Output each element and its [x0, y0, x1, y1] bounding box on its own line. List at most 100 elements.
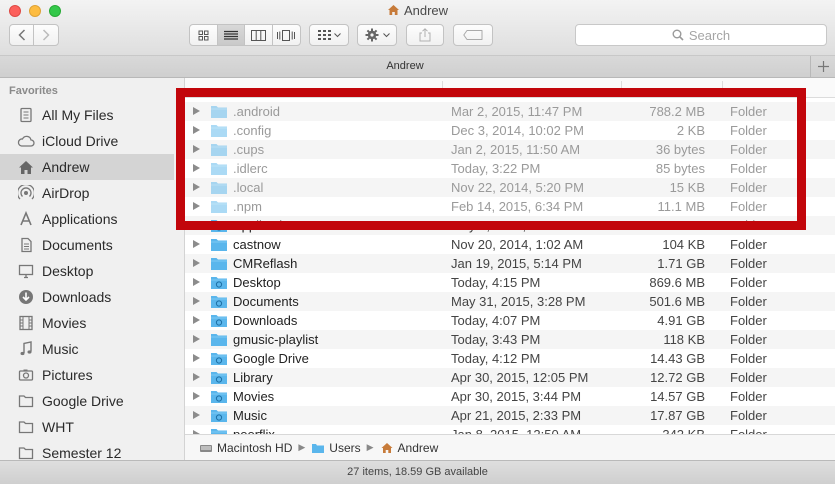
sidebar-item-icloud-drive[interactable]: iCloud Drive [0, 128, 174, 154]
file-row[interactable]: Desktop Today, 4:15 PM 869.6 MB Folder [185, 273, 835, 292]
home-icon [17, 158, 35, 176]
share-button[interactable] [406, 24, 444, 46]
disclosure-triangle-icon[interactable] [193, 392, 200, 400]
disclosure-triangle-icon[interactable] [193, 411, 200, 419]
new-tab-button[interactable] [810, 56, 835, 78]
sidebar-item-label: Google Drive [42, 393, 124, 409]
disclosure-triangle-icon[interactable] [193, 278, 200, 286]
pictures-icon [17, 366, 35, 384]
search-placeholder: Search [688, 27, 731, 43]
disclosure-triangle-icon[interactable] [193, 373, 200, 381]
folder-icon [210, 275, 228, 290]
sidebar-item-wht[interactable]: WHT [0, 414, 174, 440]
folder-icon [210, 294, 228, 309]
file-date-modified: Apr 21, 2015, 2:33 PM [451, 408, 582, 423]
file-name: Movies [233, 389, 275, 404]
file-row[interactable]: Library Apr 30, 2015, 12:05 PM 12.72 GB Fol… [185, 368, 835, 387]
sidebar-item-google-drive[interactable]: Google Drive [0, 388, 174, 414]
arrange-button[interactable] [309, 24, 349, 46]
file-name: Music [233, 408, 267, 423]
file-size: 1.71 GB [657, 256, 705, 271]
downloads-icon [17, 288, 35, 306]
file-row[interactable]: Music Apr 21, 2015, 2:33 PM 17.87 GB Folder [185, 406, 835, 425]
file-row[interactable]: Movies Apr 30, 2015, 3:44 PM 14.57 GB Folde… [185, 387, 835, 406]
chevron-down-icon [333, 32, 341, 37]
folder-icon [210, 427, 228, 434]
column-view-button[interactable] [245, 25, 273, 45]
file-name: gmusic-playlist [233, 332, 319, 347]
file-row[interactable]: Downloads Today, 4:07 PM 4.91 GB Folder [185, 311, 835, 330]
search-field[interactable]: Search [575, 24, 827, 46]
file-kind: Folder [730, 294, 767, 309]
sidebar-item-semester-12[interactable]: Semester 12 [0, 440, 174, 460]
sidebar-item-downloads[interactable]: Downloads [0, 284, 174, 310]
folder-icon [210, 313, 228, 328]
file-kind: Folder [730, 256, 767, 271]
file-size: 869.6 MB [649, 275, 705, 290]
icon-view-button[interactable] [190, 25, 218, 45]
sidebar-item-andrew[interactable]: Andrew [0, 154, 174, 180]
folder-icon [210, 408, 228, 423]
sidebar-item-desktop[interactable]: Desktop [0, 258, 174, 284]
sidebar-item-label: Semester 12 [42, 445, 122, 460]
file-name: Documents [233, 294, 299, 309]
file-row[interactable]: CMReflash Jan 19, 2015, 5:14 PM 1.71 GB Fol… [185, 254, 835, 273]
sidebar-item-airdrop[interactable]: AirDrop [0, 180, 174, 206]
disclosure-triangle-icon[interactable] [193, 240, 200, 248]
chevron-left-icon [17, 29, 25, 41]
sidebar-item-pictures[interactable]: Pictures [0, 362, 174, 388]
folder-icon [210, 256, 228, 271]
sidebar: Favorites All My Files iCloud Drive Andrew… [0, 78, 185, 460]
tab-andrew[interactable]: Andrew [0, 60, 810, 72]
disclosure-triangle-icon[interactable] [193, 354, 200, 362]
file-kind: Folder [730, 427, 767, 434]
file-size: 118 KB [663, 332, 705, 347]
disclosure-triangle-icon[interactable] [193, 259, 200, 267]
gear-icon [365, 28, 378, 42]
sidebar-item-documents[interactable]: Documents [0, 232, 174, 258]
sidebar-item-music[interactable]: Music [0, 336, 174, 362]
disclosure-triangle-icon[interactable] [193, 335, 200, 343]
list-view-icon [223, 30, 238, 40]
file-row[interactable]: gmusic-playlist Today, 3:43 PM 118 KB Folde… [185, 330, 835, 349]
file-row[interactable]: Documents May 31, 2015, 3:28 PM 501.6 MB Fo… [185, 292, 835, 311]
forward-button[interactable] [34, 25, 58, 45]
file-kind: Folder [730, 237, 767, 252]
sidebar-item-label: iCloud Drive [42, 133, 119, 149]
coverflow-view-button[interactable] [273, 25, 300, 45]
list-view-button[interactable] [217, 25, 245, 45]
airdrop-icon [17, 184, 35, 202]
path-item-macintosh-hd[interactable]: Macintosh HD [217, 441, 292, 455]
file-row[interactable]: Google Drive Today, 4:12 PM 14.43 GB Folder [185, 349, 835, 368]
file-size: 4.91 GB [657, 313, 705, 328]
file-row[interactable]: castnow Nov 20, 2014, 1:02 AM 104 KB Folder [185, 235, 835, 254]
file-row[interactable]: peerflix Jan 8, 2015, 12:50 AM 342 KB Folde… [185, 425, 835, 434]
file-name: Desktop [233, 275, 281, 290]
file-size: 14.43 GB [650, 351, 705, 366]
disclosure-triangle-icon[interactable] [193, 316, 200, 324]
file-name: Google Drive [233, 351, 309, 366]
back-button[interactable] [10, 25, 35, 45]
sidebar-item-label: Desktop [42, 263, 94, 279]
file-name: Library [233, 370, 273, 385]
file-name: castnow [233, 237, 281, 252]
chevron-right-icon [42, 29, 50, 41]
sidebar-item-all-my-files[interactable]: All My Files [0, 102, 174, 128]
sidebar-item-label: AirDrop [42, 185, 90, 201]
path-item-andrew[interactable]: Andrew [398, 441, 439, 455]
sidebar-item-label: Andrew [42, 159, 90, 175]
tags-button[interactable] [453, 24, 493, 46]
path-item-users[interactable]: Users [329, 441, 360, 455]
sidebar-item-movies[interactable]: Movies [0, 310, 174, 336]
sidebar-item-applications[interactable]: Applications [0, 206, 174, 232]
home-icon [381, 442, 393, 453]
action-button[interactable] [357, 24, 397, 46]
folder-icon [17, 392, 35, 410]
folder-icon [17, 444, 35, 460]
file-date-modified: Jan 19, 2015, 5:14 PM [451, 256, 582, 271]
file-size: 14.57 GB [650, 389, 705, 404]
file-date-modified: May 31, 2015, 3:28 PM [451, 294, 586, 309]
sidebar-item-label: Movies [42, 315, 87, 331]
disclosure-triangle-icon[interactable] [193, 297, 200, 305]
path-separator-icon: ▶ [298, 442, 306, 452]
